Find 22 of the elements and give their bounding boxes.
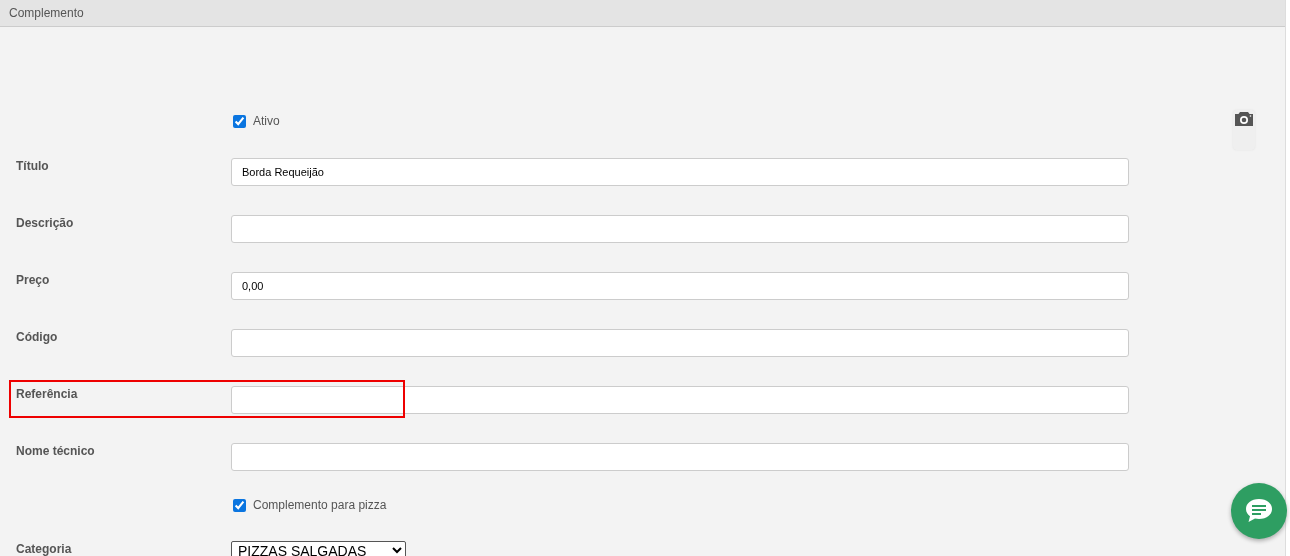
field-label: Código [15,329,58,344]
input-field[interactable] [231,386,1129,414]
field-label: Descrição [15,215,74,230]
input-field[interactable] [231,329,1129,357]
image-placeholder[interactable] [1233,110,1255,150]
category-dropdown[interactable]: PIZZAS SALGADAS [231,541,406,556]
chat-button[interactable] [1231,483,1287,539]
input-field[interactable] [231,443,1129,471]
checkbox[interactable] [233,498,246,512]
camera-icon [1234,111,1254,127]
field-label: Título [15,158,49,173]
checkbox-label: Complemento para pizza [253,498,387,512]
field-label: Nome técnico [15,443,95,458]
panel-title: Complemento [9,6,84,20]
checkbox-label: Ativo [253,114,280,128]
field-label: Referência [15,386,78,401]
checkbox[interactable] [233,114,246,128]
field-label: Preço [15,272,50,287]
field-label: Categoria [15,541,72,556]
input-field[interactable] [231,215,1129,243]
input-field[interactable]: 0,00 [231,272,1129,300]
input-field[interactable]: Borda Requeijão [231,158,1129,186]
